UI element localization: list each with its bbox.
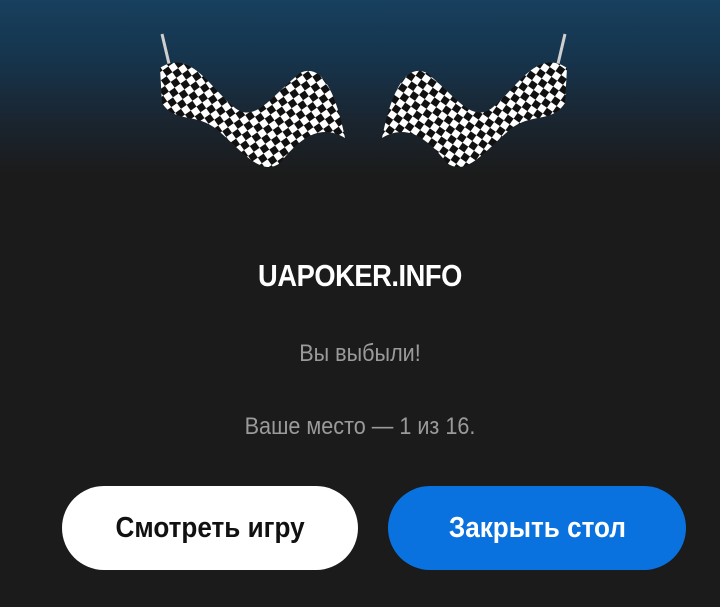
elimination-dialog: UAPOKER.INFO Вы выбыли! Ваше место — 1 и… xyxy=(0,0,720,607)
checkered-flags xyxy=(0,0,720,200)
elimination-message: Вы выбыли! xyxy=(299,340,421,367)
checkered-flag-right-icon xyxy=(382,33,567,168)
checkered-flag-left-icon xyxy=(160,33,345,168)
close-table-button-label: Закрыть стол xyxy=(448,511,626,544)
watch-game-button[interactable]: Смотреть игру xyxy=(62,486,358,570)
dialog-title: UAPOKER.INFO xyxy=(258,258,462,293)
watch-game-button-label: Смотреть игру xyxy=(115,511,305,544)
close-table-button[interactable]: Закрыть стол xyxy=(388,486,686,570)
finishing-place-text: Ваше место — 1 из 16. xyxy=(244,413,476,440)
